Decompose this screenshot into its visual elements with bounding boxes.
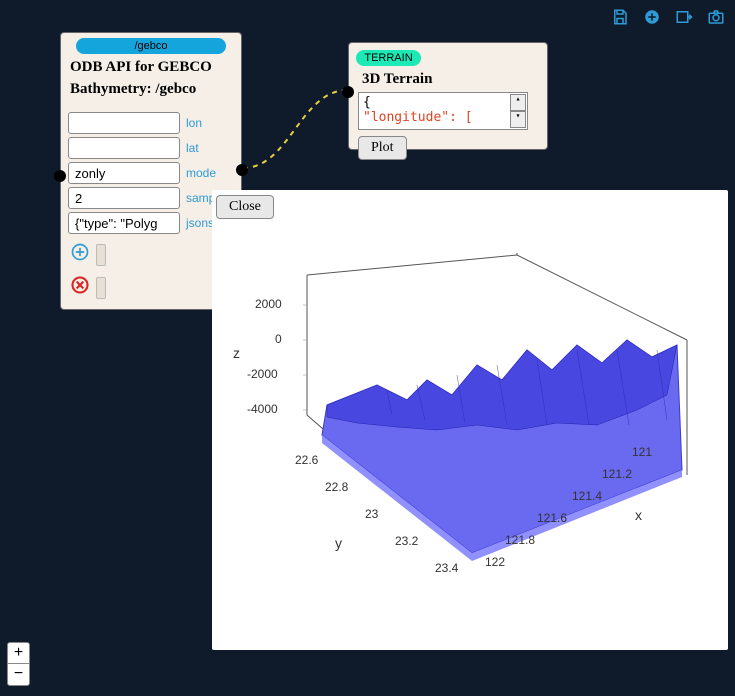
zoom-in-button[interactable]: + xyxy=(8,643,29,664)
x-tick: 121.8 xyxy=(505,533,535,547)
z-tick: -2000 xyxy=(247,367,278,381)
node-gebco-pill: /gebco xyxy=(76,38,226,54)
y-tick: 22.6 xyxy=(295,453,318,467)
z-tick: -4000 xyxy=(247,402,278,416)
y-tick: 23.2 xyxy=(395,534,418,548)
plus-circle-icon[interactable] xyxy=(643,8,661,26)
slot-2[interactable] xyxy=(96,277,106,299)
lat-label: lat xyxy=(186,141,199,155)
mode-input[interactable] xyxy=(68,162,180,184)
visualization-panel: 2000 0 -2000 -4000 z 22.6 22.8 23 23.2 2… xyxy=(212,190,728,650)
add-field-icon[interactable] xyxy=(70,242,90,267)
camera-icon[interactable] xyxy=(707,8,725,26)
export-icon[interactable] xyxy=(675,8,693,26)
z-tick: 2000 xyxy=(255,297,282,311)
lon-input[interactable] xyxy=(68,112,180,134)
y-tick: 23.4 xyxy=(435,561,458,575)
y-axis-label: y xyxy=(335,535,342,551)
lat-input[interactable] xyxy=(68,137,180,159)
node-gebco-title-2: Bathymetry: /gebco xyxy=(66,80,236,102)
jsonsrc-input[interactable] xyxy=(68,212,180,234)
sample-input[interactable] xyxy=(68,187,180,209)
port-in[interactable] xyxy=(54,170,66,182)
zoom-control: + − xyxy=(7,642,30,686)
node-terrain[interactable]: TERRAIN 3D Terrain { "longitude": [ ▴ ▾ … xyxy=(348,42,548,150)
mode-label: mode xyxy=(186,166,216,180)
y-tick: 23 xyxy=(365,507,378,521)
x-tick: 121 xyxy=(632,445,652,459)
node-gebco-title-1: ODB API for GEBCO xyxy=(66,58,236,80)
terrain-port-in[interactable] xyxy=(342,86,354,98)
z-axis-label: z xyxy=(233,345,240,361)
x-tick: 121.2 xyxy=(602,467,632,481)
port-out[interactable] xyxy=(236,164,248,176)
x-tick: 121.4 xyxy=(572,489,602,503)
delete-field-icon[interactable] xyxy=(70,275,90,300)
plot-button[interactable]: Plot xyxy=(358,136,407,160)
save-icon[interactable] xyxy=(611,8,629,26)
top-toolbar xyxy=(611,8,725,26)
zoom-out-button[interactable]: − xyxy=(8,664,29,685)
node-terrain-title: 3D Terrain xyxy=(354,70,542,92)
lon-label: lon xyxy=(186,116,202,130)
terrain-3d-chart[interactable]: 2000 0 -2000 -4000 z 22.6 22.8 23 23.2 2… xyxy=(237,245,707,615)
x-tick: 122 xyxy=(485,555,505,569)
slot-1[interactable] xyxy=(96,244,106,266)
terrain-code-input[interactable]: { "longitude": [ ▴ ▾ xyxy=(358,92,528,130)
y-tick: 22.8 xyxy=(325,480,348,494)
spinner-up-icon[interactable]: ▴ xyxy=(510,94,526,111)
x-tick: 121.6 xyxy=(537,511,567,525)
spinner-down-icon[interactable]: ▾ xyxy=(510,111,526,128)
close-button[interactable]: Close xyxy=(216,195,274,219)
x-axis-label: x xyxy=(635,507,642,523)
z-tick: 0 xyxy=(275,332,282,346)
node-terrain-pill: TERRAIN xyxy=(356,50,421,66)
